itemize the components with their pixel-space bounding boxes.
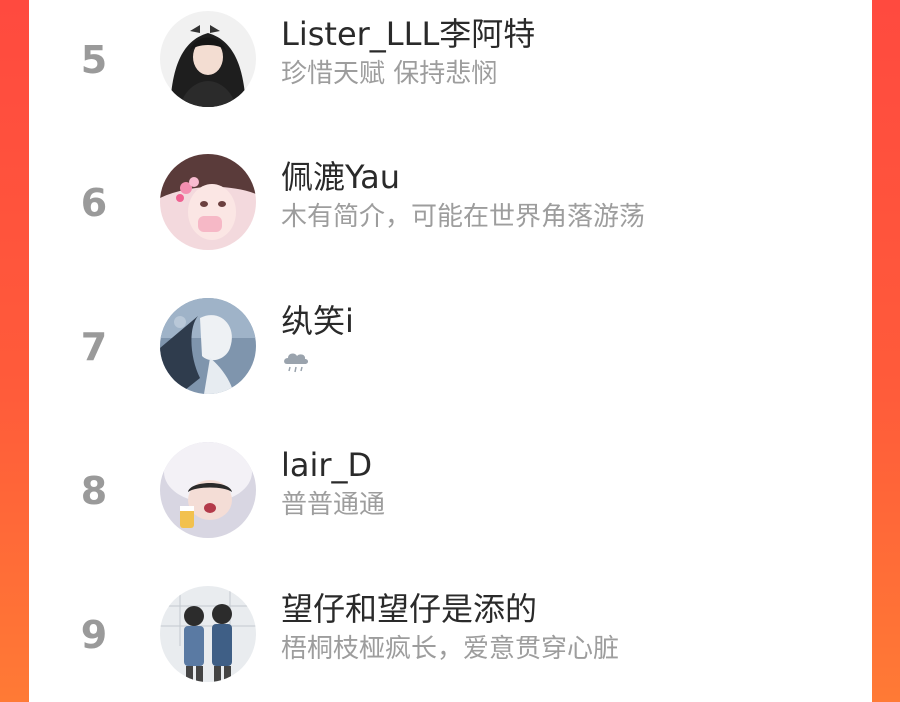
ranking-row-8[interactable]: 8 lair_D 普普通通 (29, 431, 872, 549)
user-bio: 珍惜天赋 保持悲悯 (281, 59, 498, 89)
rank-number: 9 (80, 613, 108, 657)
rank-number: 5 (80, 38, 108, 82)
user-avatar[interactable] (160, 298, 256, 394)
ranking-row-7[interactable]: 7 纨笑i (29, 287, 872, 405)
user-name[interactable]: 纨笑i (281, 301, 354, 341)
user-bio: 梧桐枝桠疯长，爱意贯穿心脏 (281, 634, 620, 664)
rank-number: 8 (80, 469, 108, 513)
user-bio: 木有简介，可能在世界角落游荡 (281, 202, 646, 232)
avatar-girl-with-drink-icon (160, 442, 256, 538)
user-name[interactable]: Lister_LLL李阿特 (281, 14, 535, 54)
user-bio: 普普通通 (281, 490, 386, 520)
user-name[interactable]: 望仔和望仔是添的 (281, 589, 537, 629)
rank-number: 7 (80, 325, 108, 369)
user-avatar[interactable] (160, 11, 256, 107)
avatar-pink-flower-girl-icon (160, 154, 256, 250)
user-name[interactable]: 佩漉Yau (281, 157, 400, 197)
avatar-couple-illustration-icon (160, 586, 256, 682)
user-avatar[interactable] (160, 586, 256, 682)
ranking-row-6[interactable]: 6 佩漉Yau 木有简介，可能在世界角落游荡 (29, 143, 872, 261)
user-avatar[interactable] (160, 154, 256, 250)
ranking-panel: 5 Lister_LLL李阿特 珍惜天赋 保持悲悯 6 佩漉Yau 木有简介，可… (29, 0, 872, 702)
rain-cloud-icon (284, 353, 308, 373)
avatar-blue-illustration-icon (160, 298, 256, 394)
ranking-row-9[interactable]: 9 望仔和望仔是添的 梧桐枝桠疯长，爱意贯穿心脏 (29, 575, 872, 693)
user-name[interactable]: lair_D (281, 445, 372, 485)
avatar-dark-hair-girl-icon (160, 11, 256, 107)
ranking-row-5[interactable]: 5 Lister_LLL李阿特 珍惜天赋 保持悲悯 (29, 0, 872, 118)
user-avatar[interactable] (160, 442, 256, 538)
rank-number: 6 (80, 181, 108, 225)
